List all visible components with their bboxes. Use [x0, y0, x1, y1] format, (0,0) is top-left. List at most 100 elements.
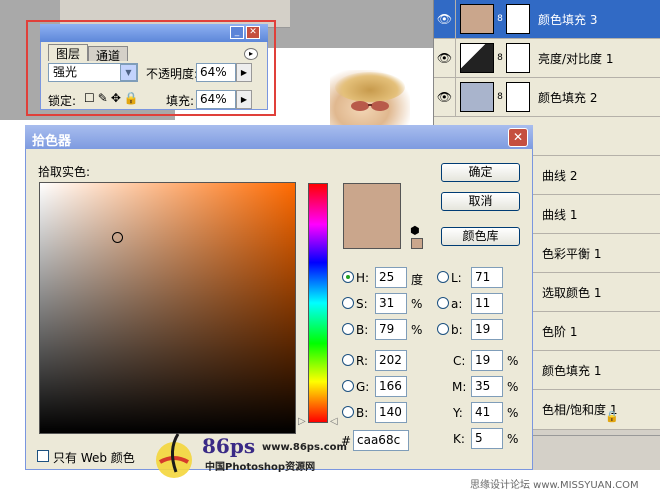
blue-input[interactable]: 140	[375, 402, 407, 423]
radio-l[interactable]	[437, 271, 449, 283]
fill-input[interactable]: 64%	[196, 90, 236, 109]
layer-row[interactable]: 👁 8 颜色填充 2	[434, 77, 660, 117]
watermark-corner: 思缘设计论坛 www.MISSYUAN.COM	[470, 480, 639, 491]
layer-thumbnail	[460, 4, 494, 34]
a-input[interactable]: 11	[471, 293, 503, 314]
close-icon[interactable]: ✕	[508, 128, 528, 147]
web-colors-only-checkbox[interactable]	[37, 450, 49, 462]
m-input[interactable]: 35	[471, 376, 503, 397]
radio-brightness[interactable]	[342, 323, 354, 335]
c-input[interactable]: 19	[471, 350, 503, 371]
m-unit: %	[507, 380, 519, 394]
hue-slider[interactable]	[308, 183, 328, 423]
radio-s[interactable]	[342, 297, 354, 309]
h-input[interactable]: 25	[375, 267, 407, 288]
opacity-label: 不透明度:	[146, 67, 199, 81]
lock-label: 锁定:	[48, 94, 77, 108]
layer-name: 选取颜色 1	[542, 285, 602, 300]
chain-link-icon: 8	[497, 53, 503, 63]
radio-b[interactable]	[437, 323, 449, 335]
layer-mask-thumbnail	[506, 82, 530, 112]
hex-input[interactable]: caa68c	[353, 430, 409, 451]
watermark-brand: 86ps	[202, 434, 256, 458]
layer-mask-thumbnail	[506, 4, 530, 34]
brightness-input[interactable]: 79	[375, 319, 407, 340]
radio-g[interactable]	[342, 380, 354, 392]
layer-thumbnail	[460, 43, 494, 73]
color-field[interactable]	[39, 182, 296, 434]
fill-label: 填充:	[166, 94, 195, 108]
b-input[interactable]: 19	[471, 319, 503, 340]
radio-blue[interactable]	[342, 406, 354, 418]
layer-name: 亮度/对比度 1	[538, 51, 614, 66]
web-safe-cube-icon[interactable]: ⬢	[410, 224, 420, 237]
c-label: C:	[453, 354, 466, 368]
s-unit: %	[411, 297, 423, 311]
a-label: a:	[451, 297, 463, 311]
eye-icon[interactable]: 👁	[434, 38, 456, 78]
brightness-label: B:	[356, 323, 369, 337]
chevron-down-icon[interactable]: ▼	[120, 64, 137, 81]
watermark-site-name: 中国Photoshop资源网	[205, 462, 316, 473]
lock-options-icons[interactable]: ☐✎✥🔒	[84, 91, 142, 105]
l-label: L:	[451, 271, 462, 285]
current-color-swatch	[343, 183, 401, 249]
layer-row[interactable]: 👁 8 颜色填充 3	[434, 0, 660, 39]
hue-slider-right-handle[interactable]: ◁	[330, 416, 338, 427]
fill-slider-button[interactable]: ▶	[236, 90, 252, 109]
watermark-url: www.86ps.com	[262, 442, 347, 453]
g-input[interactable]: 166	[375, 376, 407, 397]
radio-h[interactable]	[342, 271, 354, 283]
color-picker-titlebar[interactable]	[25, 125, 533, 149]
opacity-slider-button[interactable]: ▶	[236, 63, 252, 82]
web-colors-only-label: 只有 Web 颜色	[53, 451, 135, 465]
c-unit: %	[507, 354, 519, 368]
photo-sunglasses	[351, 101, 389, 111]
lock-icon: 🔒	[605, 410, 619, 423]
r-input[interactable]: 202	[375, 350, 407, 371]
k-label: K:	[453, 432, 465, 446]
blue-label: B:	[356, 406, 369, 420]
tab-layers[interactable]: 图层	[48, 44, 88, 61]
layer-name: 色彩平衡 1	[542, 246, 602, 261]
photo-hair	[335, 72, 405, 102]
tab-channels[interactable]: 通道	[88, 46, 128, 63]
layer-mask-thumbnail	[506, 43, 530, 73]
layer-row[interactable]: 👁 8 亮度/对比度 1	[434, 38, 660, 78]
chain-link-icon: 8	[497, 14, 503, 24]
cancel-button[interactable]: 取消	[441, 192, 520, 211]
layer-thumbnail	[460, 82, 494, 112]
dialog-title: 拾色器	[32, 134, 72, 149]
layer-name: 颜色填充 3	[538, 12, 598, 27]
radio-r[interactable]	[342, 354, 354, 366]
l-input[interactable]: 71	[471, 267, 503, 288]
s-input[interactable]: 31	[375, 293, 407, 314]
color-field-cursor[interactable]	[112, 232, 123, 243]
layer-name: 色阶 1	[542, 324, 578, 339]
opacity-input[interactable]: 64%	[196, 63, 236, 82]
k-input[interactable]: 5	[471, 428, 503, 449]
h-unit: 度	[411, 273, 424, 287]
brightness-unit: %	[411, 323, 423, 337]
s-label: S:	[356, 297, 368, 311]
eye-icon[interactable]: 👁	[434, 0, 456, 39]
y-label: Y:	[453, 406, 463, 420]
layer-name: 颜色填充 2	[538, 90, 598, 105]
y-input[interactable]: 41	[471, 402, 503, 423]
y-unit: %	[507, 406, 519, 420]
panel-menu-icon[interactable]: ▸	[244, 48, 258, 60]
color-libraries-button[interactable]: 颜色库	[441, 227, 520, 246]
radio-a[interactable]	[437, 297, 449, 309]
eye-icon[interactable]: 👁	[434, 77, 456, 117]
m-label: M:	[452, 380, 467, 394]
r-label: R:	[356, 354, 369, 368]
web-safe-color-swatch[interactable]	[411, 238, 423, 249]
layer-name: 曲线 2	[542, 168, 578, 183]
chain-link-icon: 8	[497, 92, 503, 102]
watermark-logo	[156, 433, 192, 478]
k-unit: %	[507, 432, 519, 446]
ok-button[interactable]: 确定	[441, 163, 520, 182]
b-label: b:	[451, 323, 463, 337]
hue-slider-left-handle[interactable]: ▷	[298, 416, 306, 427]
pick-solid-color-label: 拾取实色:	[38, 165, 91, 179]
